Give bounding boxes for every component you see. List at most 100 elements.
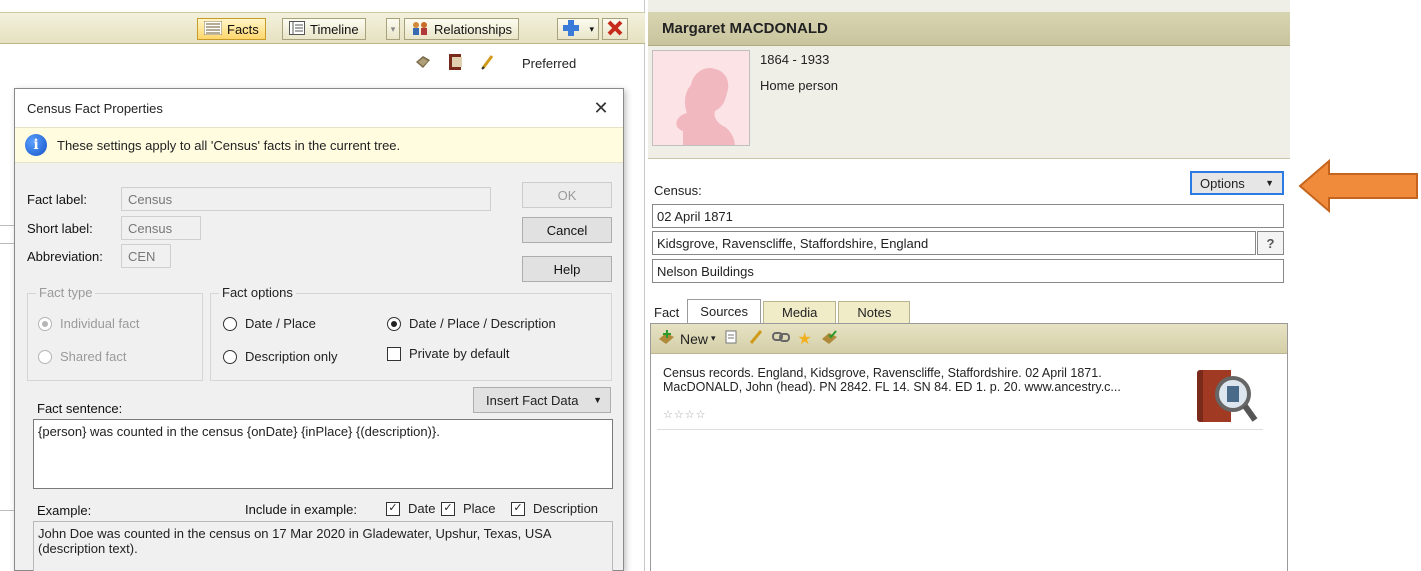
fact-label-field[interactable]: Census xyxy=(121,187,491,211)
preferred-column-header[interactable]: Preferred xyxy=(522,56,576,71)
main-toolbar: Facts Timeline ▾ Relationships ▾ xyxy=(0,12,645,44)
date-place-option[interactable]: Date / Place xyxy=(223,316,316,331)
shared-fact-option[interactable]: Shared fact xyxy=(38,349,127,364)
fact-sentence-field[interactable]: {person} was counted in the census {onDa… xyxy=(33,419,613,489)
fact-editor: Census: Options ▼ 02 April 1871 Kidsgrov… xyxy=(648,158,1290,571)
edit-source-icon[interactable] xyxy=(748,329,764,348)
abbreviation-label: Abbreviation: xyxy=(27,249,103,264)
fact-type-title: Fact type xyxy=(36,285,96,300)
description-only-option[interactable]: Description only xyxy=(223,349,338,364)
timeline-view-label: Timeline xyxy=(310,21,359,37)
include-place-label: Place xyxy=(463,501,496,516)
short-label-label: Short label: xyxy=(27,221,93,236)
timeline-dropdown-button[interactable]: ▾ xyxy=(386,18,400,40)
individual-fact-radio[interactable] xyxy=(38,316,52,331)
facts-view-label: Facts xyxy=(227,21,259,37)
person-panel: Margaret MACDONALD 1864 - 1933 Home pers… xyxy=(648,0,1290,571)
date-place-radio[interactable] xyxy=(223,316,237,331)
individual-fact-option[interactable]: Individual fact xyxy=(38,316,140,331)
dialog-titlebar: Census Fact Properties ✕ xyxy=(15,89,623,127)
include-description-label: Description xyxy=(533,501,599,516)
tab-fact[interactable]: Fact xyxy=(652,301,685,323)
fact-description-field[interactable]: Nelson Buildings xyxy=(652,259,1284,283)
source-media-thumbnail[interactable] xyxy=(1195,364,1259,428)
help-button[interactable]: Help xyxy=(522,256,612,282)
include-date-option[interactable]: ✓ Date xyxy=(386,501,435,516)
source-citation-item[interactable]: Census records. England, Kidsgrove, Rave… xyxy=(657,362,1263,430)
options-label: Options xyxy=(1200,175,1245,191)
fact-place-field[interactable]: Kidsgrove, Ravenscliffe, Staffordshire, … xyxy=(652,231,1256,255)
place-lookup-icon[interactable]: ? xyxy=(1257,231,1284,255)
fact-name-label: Census: xyxy=(654,183,702,198)
shared-fact-radio[interactable] xyxy=(38,349,52,364)
person-photo[interactable] xyxy=(652,50,750,146)
add-button[interactable]: ▾ xyxy=(557,18,599,40)
source-column-icon[interactable] xyxy=(414,54,432,73)
background-divider xyxy=(0,510,14,511)
chevron-down-icon: ▼ xyxy=(593,395,602,405)
date-place-description-option[interactable]: Date / Place / Description xyxy=(387,316,556,331)
private-by-default-checkbox[interactable] xyxy=(387,346,401,361)
dialog-title: Census Fact Properties xyxy=(27,100,163,116)
include-in-example-label: Include in example: xyxy=(245,502,358,517)
include-date-checkbox[interactable]: ✓ xyxy=(386,501,400,516)
chevron-down-icon: ▾ xyxy=(711,333,716,343)
example-label: Example: xyxy=(37,503,92,518)
relationships-icon xyxy=(411,21,429,38)
description-only-radio[interactable] xyxy=(223,349,237,364)
census-fact-properties-dialog: Census Fact Properties ✕ i These setting… xyxy=(14,88,624,571)
new-source-icon xyxy=(657,329,677,348)
close-icon[interactable]: ✕ xyxy=(591,98,611,119)
chevron-down-icon: ▼ xyxy=(1265,178,1274,188)
sources-tab-panel: New ▾ ★ Census records. England, Kidsgro… xyxy=(650,323,1288,571)
cancel-button[interactable]: Cancel xyxy=(522,217,612,243)
timeline-icon xyxy=(289,20,305,38)
fact-tabs: Fact Sources Media Notes xyxy=(652,299,912,323)
source-check-icon[interactable] xyxy=(820,329,838,348)
person-lifespan: 1864 - 1933 xyxy=(760,52,830,67)
shared-fact-label: Shared fact xyxy=(60,349,127,364)
facts-icon xyxy=(203,20,223,38)
add-plus-icon xyxy=(562,19,580,40)
media-column-icon[interactable] xyxy=(448,53,464,74)
tab-media[interactable]: Media xyxy=(763,301,837,323)
delete-x-icon xyxy=(607,20,623,39)
abbreviation-field[interactable]: CEN xyxy=(121,244,171,268)
tab-sources[interactable]: Sources xyxy=(687,299,761,323)
private-by-default-option[interactable]: Private by default xyxy=(387,346,509,361)
person-status: Home person xyxy=(760,78,839,93)
include-description-checkbox[interactable]: ✓ xyxy=(511,501,525,516)
private-by-default-label: Private by default xyxy=(409,346,510,361)
tab-notes[interactable]: Notes xyxy=(838,301,911,323)
fact-sentence-label: Fact sentence: xyxy=(37,401,123,416)
date-place-label: Date / Place xyxy=(245,316,316,331)
facts-view-button[interactable]: Facts xyxy=(197,18,266,40)
notes-column-icon[interactable] xyxy=(480,54,494,73)
source-rating-stars[interactable]: ☆☆☆☆ xyxy=(663,408,706,421)
options-dropdown-button[interactable]: Options ▼ xyxy=(1190,171,1284,195)
include-place-option[interactable]: ✓ Place xyxy=(441,501,496,516)
info-banner: i These settings apply to all 'Census' f… xyxy=(15,127,623,163)
fact-column-header: Preferred xyxy=(400,50,645,76)
star-icon[interactable]: ★ xyxy=(798,329,812,349)
female-silhouette-icon xyxy=(676,68,735,145)
relationships-view-button[interactable]: Relationships xyxy=(404,18,520,40)
date-place-description-label: Date / Place / Description xyxy=(409,316,556,331)
add-dropdown-icon: ▾ xyxy=(589,23,594,34)
delete-button[interactable] xyxy=(602,18,628,40)
ok-button[interactable]: OK xyxy=(522,182,612,208)
fact-label-label: Fact label: xyxy=(27,192,87,207)
timeline-view-button[interactable]: Timeline xyxy=(282,18,366,40)
info-text: These settings apply to all 'Census' fac… xyxy=(57,137,401,153)
short-label-field[interactable]: Census xyxy=(121,216,201,240)
insert-fact-data-button[interactable]: Insert Fact Data ▼ xyxy=(473,387,611,413)
include-description-option[interactable]: ✓ Description xyxy=(511,501,598,516)
copy-source-icon[interactable] xyxy=(724,329,740,348)
date-place-description-radio[interactable] xyxy=(387,316,401,331)
link-source-icon[interactable] xyxy=(771,330,790,347)
include-date-label: Date xyxy=(408,501,436,516)
new-source-button[interactable]: New ▾ xyxy=(657,329,716,348)
include-place-checkbox[interactable]: ✓ xyxy=(441,501,455,516)
fact-date-field[interactable]: 02 April 1871 xyxy=(652,204,1284,228)
new-label: New xyxy=(680,330,709,347)
